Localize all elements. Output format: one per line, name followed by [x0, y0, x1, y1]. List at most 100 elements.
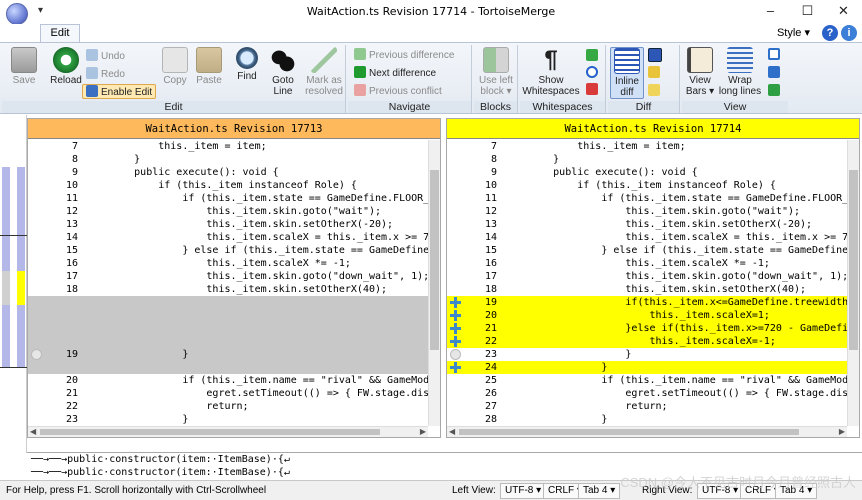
code-line[interactable]: 9 public execute(): void {	[28, 166, 428, 179]
code-line[interactable]	[28, 296, 428, 309]
code-line[interactable]: 22 this._item.scaleX=-1;	[447, 335, 847, 348]
code-line[interactable]: 22 return;	[28, 400, 428, 413]
code-line[interactable]: 26 egret.setTimeout(() => { FW.stage.dis	[447, 387, 847, 400]
whitespace-compare-toggle[interactable]	[586, 66, 601, 81]
code-line[interactable]: 20 this._item.scaleX=1;	[447, 309, 847, 322]
right-horizontal-scroll-thumb[interactable]	[459, 429, 799, 435]
swap-views-toggle[interactable]	[768, 66, 783, 81]
code-line[interactable]: 25 if (this._item.name == "rival" && Gam…	[447, 374, 847, 387]
code-line[interactable]: 14 this._item.scaleX = this._item.x >= 7	[28, 231, 428, 244]
collapse-toggle[interactable]	[768, 84, 783, 99]
close-button[interactable]: ✕	[825, 0, 862, 24]
code-line[interactable]: 12 this._item.skin.goto("wait");	[28, 205, 428, 218]
enable-edit-button[interactable]: Enable Edit	[82, 84, 157, 99]
left-horizontal-scrollbar[interactable]: ◀ ▶	[28, 426, 428, 437]
use-left-block-button[interactable]: Use left block ▾	[476, 47, 516, 97]
code-line[interactable]: 13 this._item.skin.setOtherX(-20);	[28, 218, 428, 231]
code-line[interactable]: 10 if (this._item instanceof Role) {	[447, 179, 847, 192]
goto-line-button[interactable]: Goto Line	[266, 47, 300, 97]
undo-button[interactable]: Undo	[86, 49, 125, 64]
code-line[interactable]: 24 }	[447, 361, 847, 374]
scroll-right-arrow-icon[interactable]: ▶	[420, 427, 426, 437]
code-line[interactable]: 11 if (this._item.state == GameDefine.FL…	[28, 192, 428, 205]
line-number: 8	[490, 154, 497, 165]
code-line[interactable]	[28, 361, 428, 374]
redo-button[interactable]: Redo	[86, 67, 125, 82]
save-button[interactable]: Save	[6, 47, 42, 86]
code-line[interactable]: 15 } else if (this._item.state == GameDe…	[447, 244, 847, 257]
find-button[interactable]: Find	[232, 47, 262, 82]
next-difference-button[interactable]: Next difference	[354, 66, 436, 81]
maximize-button[interactable]: ☐	[789, 0, 826, 24]
right-vertical-scroll-thumb[interactable]	[849, 170, 858, 350]
code-line[interactable]: 17 this._item.skin.goto("down_wait", 1);	[447, 270, 847, 283]
code-line[interactable]: 13 this._item.skin.setOtherX(-20);	[447, 218, 847, 231]
scroll-left-arrow-icon[interactable]: ◀	[30, 427, 36, 437]
code-line[interactable]: 8 }	[28, 153, 428, 166]
funnel-icon	[648, 66, 660, 78]
code-line[interactable]: 9 public execute(): void {	[447, 166, 847, 179]
code-line[interactable]	[28, 322, 428, 335]
whitespace-ignore-all-toggle[interactable]	[586, 83, 601, 98]
code-line[interactable]: 7 this._item = item;	[447, 140, 847, 153]
left-vertical-scrollbar[interactable]	[428, 140, 440, 426]
location-bar[interactable]	[0, 115, 27, 453]
show-whitespaces-button[interactable]: ¶ Show Whitespaces	[522, 47, 580, 98]
one-pane-view-toggle[interactable]	[768, 48, 783, 63]
code-line[interactable]: 21 egret.setTimeout(() => { FW.stage.dis	[28, 387, 428, 400]
code-line[interactable]: 10 if (this._item instanceof Role) {	[28, 179, 428, 192]
code-line[interactable]	[28, 309, 428, 322]
word-diff-toggle[interactable]	[648, 48, 665, 63]
right-diff-pane[interactable]: WaitAction.ts Revision 17714 7 this._ite…	[446, 118, 860, 438]
code-line[interactable]: 27 return;	[447, 400, 847, 413]
tab-edit[interactable]: Edit	[40, 24, 80, 43]
code-line[interactable]: 20 if (this._item.name == "rival" && Gam…	[28, 374, 428, 387]
right-code-area[interactable]: 7 this._item = item; 8 } 9 public execute(…	[447, 140, 847, 426]
code-line[interactable]: 17 this._item.skin.goto("down_wait", 1);	[28, 270, 428, 283]
left-encoding-dropdown[interactable]: UTF-8 ▾	[500, 483, 547, 499]
code-line[interactable]: 21 }else if(this._item.x>=720 - GameDefi	[447, 322, 847, 335]
scroll-right-arrow-icon[interactable]: ▶	[839, 427, 845, 437]
mark-as-resolved-button[interactable]: Mark as resolved	[304, 47, 344, 97]
code-line[interactable]	[28, 335, 428, 348]
paste-button[interactable]: Paste	[194, 47, 224, 86]
wrap-long-lines-button[interactable]: Wrap long lines	[718, 47, 762, 97]
left-tab-dropdown[interactable]: Tab 4 ▾	[578, 483, 621, 499]
right-vertical-scrollbar[interactable]	[847, 140, 859, 426]
code-line[interactable]: 23 }	[28, 413, 428, 426]
scroll-left-arrow-icon[interactable]: ◀	[449, 427, 455, 437]
copy-button[interactable]: Copy	[160, 47, 190, 86]
previous-difference-button[interactable]: Previous difference	[354, 48, 454, 63]
style-menu[interactable]: Style ▾	[777, 26, 810, 39]
code-line[interactable]: 12 this._item.skin.goto("wait");	[447, 205, 847, 218]
code-line[interactable]: 7 this._item = item;	[28, 140, 428, 153]
code-line[interactable]: 19 }	[28, 348, 428, 361]
right-horizontal-scrollbar[interactable]: ◀ ▶	[447, 426, 847, 437]
code-line[interactable]: 19 if(this._item.x<=GameDefine.treewidth	[447, 296, 847, 309]
reload-button[interactable]: Reload	[46, 47, 86, 86]
code-line[interactable]: 28 }	[447, 413, 847, 426]
minimize-button[interactable]: –	[752, 0, 789, 24]
left-vertical-scroll-thumb[interactable]	[430, 170, 439, 350]
code-line[interactable]: 16 this._item.scaleX *= -1;	[28, 257, 428, 270]
previous-conflict-button[interactable]: Previous conflict	[354, 84, 442, 99]
code-line[interactable]: 16 this._item.scaleX *= -1;	[447, 257, 847, 270]
inline-diff-button[interactable]: Inline diff	[610, 47, 644, 99]
code-line[interactable]: 8 }	[447, 153, 847, 166]
line-number: 15	[65, 245, 78, 256]
code-line[interactable]: 14 this._item.scaleX = this._item.x >= 7	[447, 231, 847, 244]
code-line[interactable]: 23 }	[447, 348, 847, 361]
code-line[interactable]: 11 if (this._item.state == GameDefine.FL…	[447, 192, 847, 205]
left-horizontal-scroll-thumb[interactable]	[40, 429, 380, 435]
color-diff-toggle[interactable]	[648, 84, 663, 99]
left-diff-pane[interactable]: WaitAction.ts Revision 17713 7 this._ite…	[27, 118, 441, 438]
code-line[interactable]: 18 this._item.skin.setOtherX(40);	[28, 283, 428, 296]
filter-toggle[interactable]	[648, 66, 663, 81]
code-line[interactable]: 18 this._item.skin.setOtherX(40);	[447, 283, 847, 296]
help-icon[interactable]: ?	[822, 25, 838, 41]
about-icon[interactable]: i	[841, 25, 857, 41]
code-line[interactable]: 15 } else if (this._item.state == GameDe…	[28, 244, 428, 257]
view-bars-button[interactable]: View Bars ▾	[684, 47, 716, 97]
left-code-area[interactable]: 7 this._item = item; 8 } 9 public execute(…	[28, 140, 428, 426]
ignore-whitespace-toggle[interactable]	[586, 49, 601, 64]
